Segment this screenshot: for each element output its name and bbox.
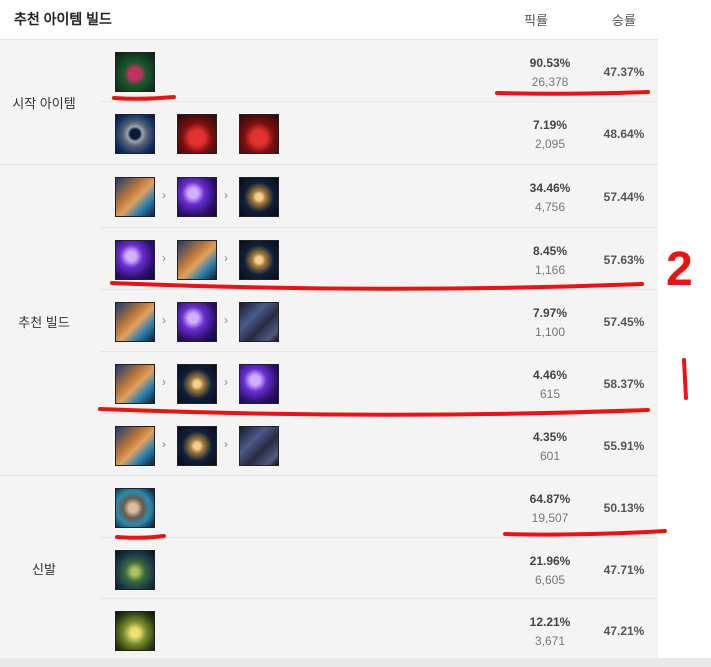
game-count: 3,671 — [534, 634, 566, 648]
table-row[interactable]: 90.53% 26,378 47.37% — [100, 40, 658, 101]
pick-rate: 8.45% — [532, 244, 568, 258]
ring-icon[interactable] — [115, 114, 155, 154]
table-row[interactable]: 7.19% 2,095 48.64% — [100, 101, 658, 163]
arrow-right-icon: › — [162, 375, 166, 389]
boots-icon[interactable] — [115, 488, 155, 528]
hourglass-icon[interactable] — [177, 426, 217, 466]
boots-gold-icon[interactable] — [115, 611, 155, 651]
game-count: 1,166 — [534, 263, 566, 277]
arrow-right-icon: › — [162, 188, 166, 202]
tome-icon[interactable] — [115, 426, 155, 466]
potion-icon[interactable] — [177, 114, 217, 154]
win-rate-column-header[interactable]: 승률 — [612, 10, 636, 29]
table-footer — [0, 658, 711, 667]
seal-icon[interactable] — [115, 52, 155, 92]
group-label-build: 추천 빌드 — [18, 315, 70, 330]
table-row[interactable]: 64.87% 19,507 50.13% — [100, 476, 658, 537]
game-count: 601 — [539, 449, 561, 463]
win-rate: 48.64% — [603, 127, 645, 141]
win-rate: 57.45% — [603, 315, 645, 329]
tome-icon[interactable] — [115, 364, 155, 404]
table-row[interactable]: 12.21% 3,671 47.21% — [100, 598, 658, 660]
pick-rate: 64.87% — [529, 492, 571, 506]
hourglass-icon[interactable] — [239, 177, 279, 217]
pick-rate: 4.46% — [532, 368, 568, 382]
table-row[interactable]: › › 7.97% 1,100 57.45% — [100, 289, 658, 351]
pick-rate: 21.96% — [529, 554, 571, 568]
pick-rate: 90.53% — [529, 56, 571, 70]
hourglass-icon[interactable] — [239, 240, 279, 280]
arrow-right-icon: › — [224, 313, 228, 327]
table-row[interactable]: › › 8.45% 1,166 57.63% — [100, 227, 658, 289]
group-label-boots: 신발 — [32, 562, 56, 577]
potion-icon[interactable] — [239, 114, 279, 154]
group-label-start: 시작 아이템 — [12, 96, 76, 111]
game-count: 615 — [539, 387, 561, 401]
annotation-one-stroke — [682, 358, 688, 400]
pick-rate: 34.46% — [529, 181, 571, 195]
arrow-right-icon: › — [162, 313, 166, 327]
win-rate: 57.44% — [603, 190, 645, 204]
win-rate: 47.21% — [603, 624, 645, 638]
game-count: 1,100 — [534, 325, 566, 339]
section-title: 추천 아이템 빌드 — [14, 11, 112, 27]
tome-icon[interactable] — [115, 177, 155, 217]
game-count: 2,095 — [534, 137, 566, 151]
tome-icon[interactable] — [115, 302, 155, 342]
pick-rate: 7.97% — [532, 306, 568, 320]
pick-rate: 12.21% — [529, 615, 571, 629]
tome-icon[interactable] — [177, 240, 217, 280]
table-row[interactable]: › › 4.46% 615 58.37% — [100, 351, 658, 413]
arrow-right-icon: › — [224, 375, 228, 389]
arrow-right-icon: › — [162, 251, 166, 265]
win-rate: 50.13% — [603, 501, 645, 515]
wand-icon[interactable] — [239, 364, 279, 404]
wand-icon[interactable] — [177, 302, 217, 342]
table-row[interactable]: 21.96% 6,605 47.71% — [100, 537, 658, 599]
arrow-right-icon: › — [224, 437, 228, 451]
game-count: 4,756 — [534, 200, 566, 214]
arrow-right-icon: › — [224, 188, 228, 202]
pick-rate: 4.35% — [532, 430, 568, 444]
table-row[interactable]: › › 34.46% 4,756 57.44% — [100, 165, 658, 226]
pick-rate-column-header[interactable]: 픽률 — [524, 10, 548, 29]
wand-icon[interactable] — [115, 240, 155, 280]
cloak-icon[interactable] — [239, 302, 279, 342]
table-row[interactable]: › › 4.35% 601 55.91% — [100, 413, 658, 475]
arrow-right-icon: › — [162, 437, 166, 451]
game-count: 19,507 — [531, 511, 569, 525]
game-count: 26,378 — [531, 75, 569, 89]
pick-rate: 7.19% — [532, 118, 568, 132]
cloak-icon[interactable] — [239, 426, 279, 466]
win-rate: 58.37% — [603, 377, 645, 391]
win-rate: 57.63% — [603, 253, 645, 267]
win-rate: 55.91% — [603, 439, 645, 453]
table-header: 추천 아이템 빌드 픽률 승률 — [0, 0, 658, 40]
arrow-right-icon: › — [224, 251, 228, 265]
annotation-number-2: 2 — [666, 243, 693, 296]
boots-green-icon[interactable] — [115, 550, 155, 590]
game-count: 6,605 — [534, 573, 566, 587]
win-rate: 47.37% — [603, 65, 645, 79]
hourglass-icon[interactable] — [177, 364, 217, 404]
win-rate: 47.71% — [603, 563, 645, 577]
wand-icon[interactable] — [177, 177, 217, 217]
